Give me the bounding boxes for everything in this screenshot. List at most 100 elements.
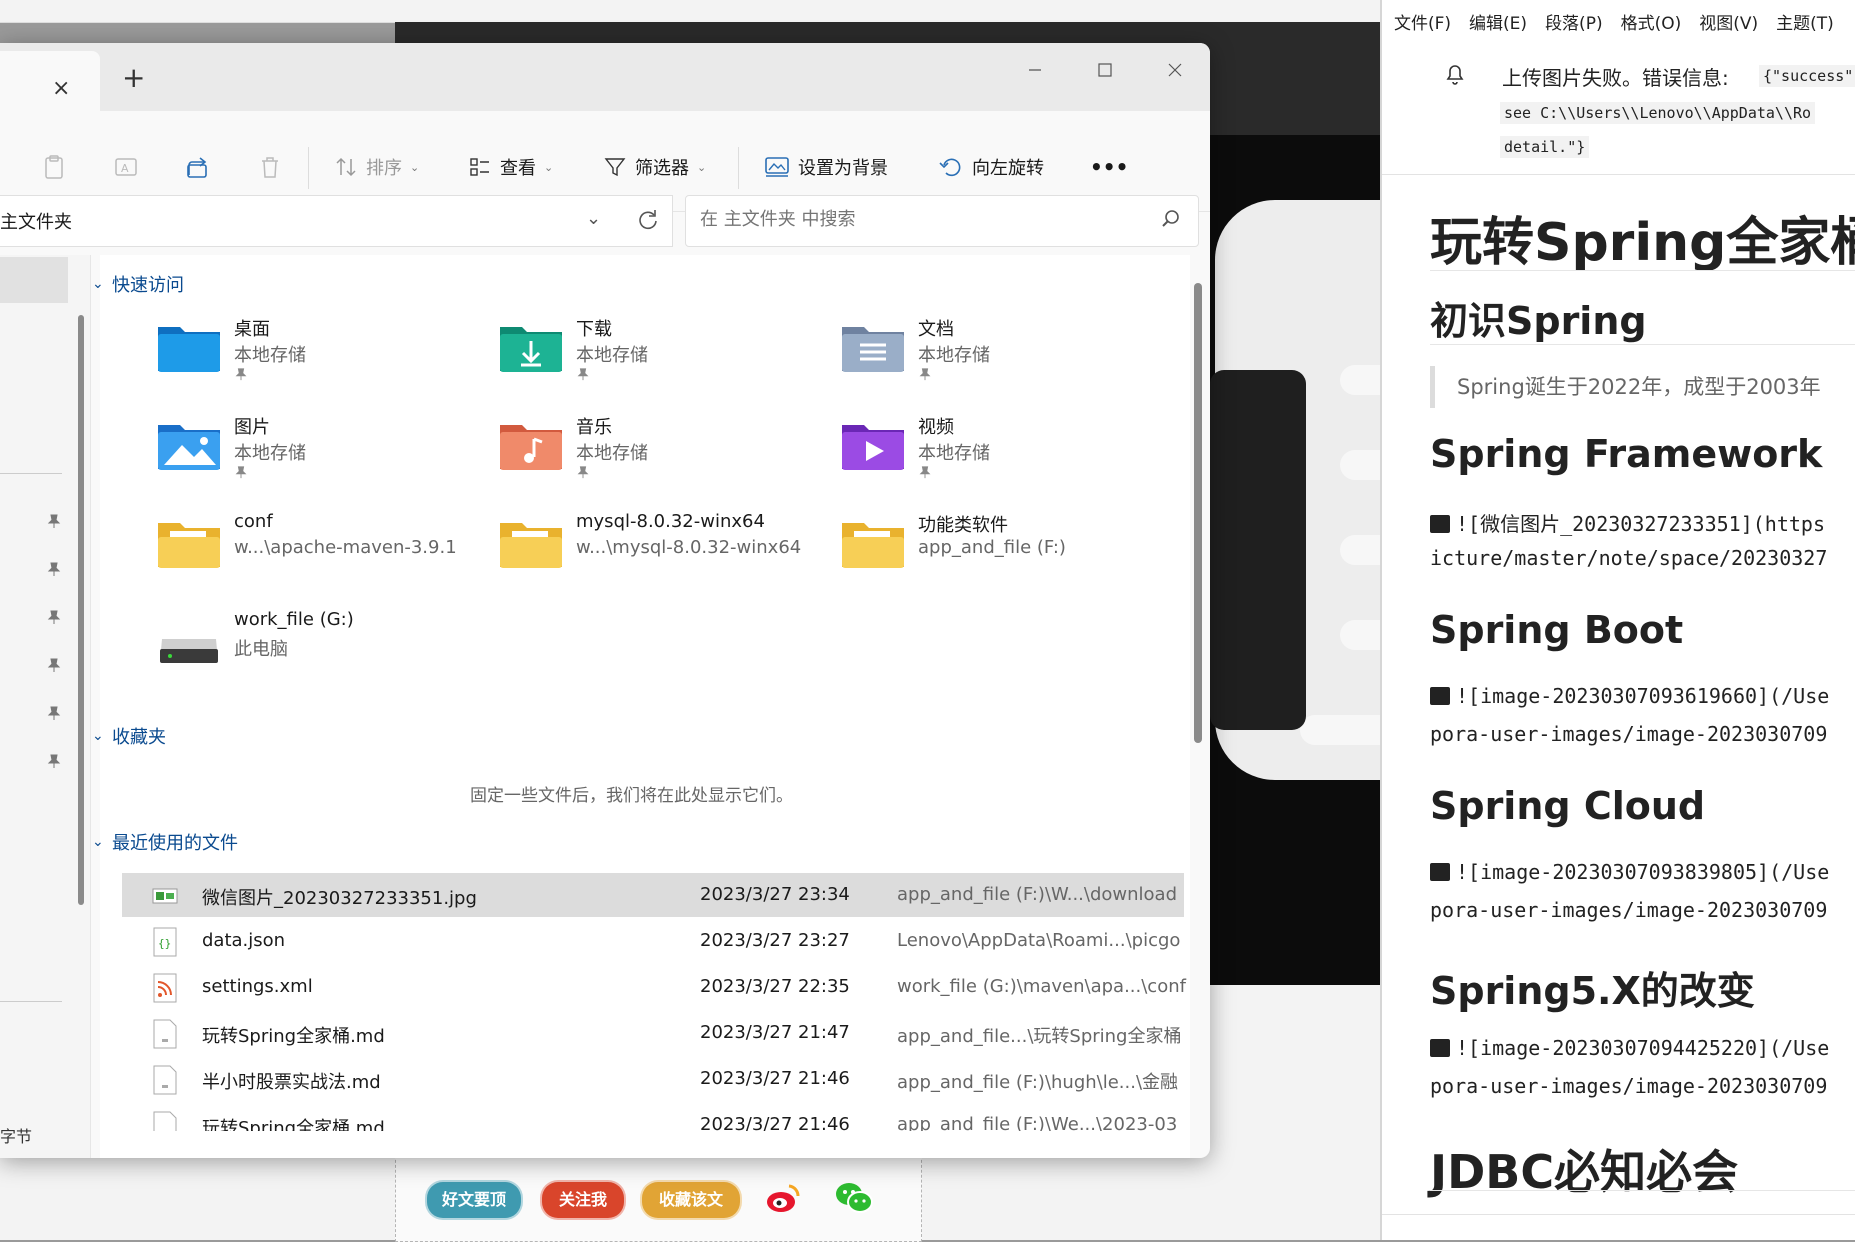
recent-file-row[interactable]: 微信图片_20230327233351.jpg 2023/3/27 23:34 …	[122, 873, 1184, 917]
menu-edit[interactable]: 编辑(E)	[1469, 9, 1527, 34]
wechat-icon[interactable]	[835, 1180, 873, 1216]
quick-access-videos[interactable]: 视频 本地存储	[840, 411, 1170, 491]
filter-button[interactable]: 筛选器 ⌄	[603, 151, 706, 183]
sort-button[interactable]: 排序 ⌄	[334, 151, 419, 183]
file-path: app_and_file...\玩转Spring全家桶	[897, 1026, 1182, 1047]
explorer-tab[interactable]: ×	[0, 51, 100, 111]
markdown-text: ![image-20230307094425220](/Use	[1456, 1036, 1830, 1060]
share-icon[interactable]	[184, 153, 212, 181]
bell-icon	[1446, 65, 1464, 85]
quick-access-desktop[interactable]: 桌面 本地存储	[156, 313, 486, 393]
heading-framework[interactable]: Spring Framework	[1430, 432, 1822, 476]
close-window-button[interactable]	[1152, 51, 1198, 91]
heading-cloud[interactable]: Spring Cloud	[1430, 784, 1705, 828]
new-tab-button[interactable]: +	[122, 61, 145, 94]
search-input[interactable]	[698, 208, 1142, 231]
markdown-text[interactable]: pora-user-images/image-2023030709	[1430, 898, 1827, 922]
folder-icon	[500, 523, 562, 568]
recent-file-row[interactable]: settings.xml 2023/3/27 22:35 work_file (…	[122, 965, 1186, 1009]
quick-access-music[interactable]: 音乐 本地存储	[498, 411, 828, 491]
section-favorites[interactable]: ⌄ 收藏夹	[92, 723, 166, 749]
markdown-text[interactable]: icture/master/note/space/20230327	[1430, 546, 1827, 570]
pictures-folder-icon	[158, 425, 220, 470]
maximize-button[interactable]	[1082, 51, 1128, 91]
image-markdown-line[interactable]: ![image-20230307093839805](/Use	[1430, 860, 1829, 884]
section-title: 收藏夹	[112, 727, 166, 748]
favorites-empty-message: 固定一些文件后，我们将在此处显示它们。	[470, 786, 793, 806]
search-box[interactable]	[685, 195, 1199, 247]
search-icon[interactable]	[1158, 206, 1184, 232]
heading-jdbc[interactable]: JDBC必知必会	[1430, 1136, 1738, 1202]
pin-icon	[577, 368, 589, 381]
quick-access-downloads[interactable]: 下载 本地存储	[498, 313, 828, 393]
image-markdown-line[interactable]: ![image-20230307094425220](/Use	[1430, 1036, 1829, 1060]
rename-icon[interactable]: A	[112, 153, 140, 181]
item-name: conf	[234, 511, 273, 532]
doc-title[interactable]: 玩转Spring全家桶	[1430, 200, 1855, 275]
refresh-icon[interactable]	[634, 207, 660, 233]
markdown-text[interactable]: pora-user-images/image-2023030709	[1430, 722, 1827, 746]
chevron-down-icon[interactable]: ⌄	[586, 208, 601, 229]
image-markdown-line[interactable]: ![微信图片_20230327233351](https	[1430, 508, 1825, 537]
broken-image-icon	[1430, 515, 1450, 533]
menu-view[interactable]: 视图(V)	[1699, 9, 1758, 34]
quick-access-documents[interactable]: 文档 本地存储	[840, 313, 1170, 393]
image-markdown-line[interactable]: ![image-20230307093619660](/Use	[1430, 684, 1829, 708]
follow-button[interactable]: 关注我	[540, 1180, 626, 1220]
set-background-button[interactable]: 设置为背景	[764, 151, 888, 183]
file-name: 微信图片_20230327233351.jpg	[202, 888, 477, 909]
quick-access-work-drive[interactable]: work_file (G:) 此电脑	[156, 607, 486, 687]
file-name: 半小时股票实战法.md	[202, 1072, 381, 1093]
recent-file-row[interactable]: {} data.json 2023/3/27 23:27 Lenovo\AppD…	[122, 919, 1184, 963]
item-location: w...\apache-maven-3.9.1	[234, 537, 457, 558]
address-bar[interactable]: 主文件夹 ⌄	[0, 195, 673, 247]
delete-icon[interactable]	[256, 153, 284, 181]
menu-paragraph[interactable]: 段落(P)	[1545, 9, 1603, 34]
quick-access-mysql[interactable]: mysql-8.0.32-winx64 w...\mysql-8.0.32-wi…	[498, 509, 828, 589]
tab-close-button[interactable]: ×	[52, 76, 70, 101]
item-name: work_file (G:)	[234, 609, 354, 630]
broken-image-icon	[1430, 687, 1450, 705]
menu-file[interactable]: 文件(F)	[1394, 9, 1451, 34]
view-label: 查看	[500, 158, 536, 179]
quick-access-conf[interactable]: conf w...\apache-maven-3.9.1	[156, 509, 486, 589]
drive-icon	[160, 639, 218, 663]
rotate-left-label: 向左旋转	[972, 158, 1044, 179]
markdown-text[interactable]: pora-user-images/image-2023030709	[1430, 1074, 1827, 1098]
heading-boot[interactable]: Spring Boot	[1430, 608, 1683, 652]
heading-spring5[interactable]: Spring5.X的改变	[1430, 960, 1755, 1015]
editor-status-bar	[1382, 1214, 1855, 1240]
blockquote[interactable]: Spring诞生于2022年，成型于2003年	[1430, 366, 1821, 408]
recent-file-row[interactable]: 玩转Spring全家桶.md 2023/3/27 21:46 app_and_f…	[122, 1103, 1184, 1131]
weibo-icon[interactable]	[765, 1180, 801, 1216]
file-name: data.json	[202, 930, 286, 951]
rotate-left-button[interactable]: 向左旋转	[938, 151, 1044, 183]
recent-file-row[interactable]: 玩转Spring全家桶.md 2023/3/27 21:47 app_and_f…	[122, 1011, 1184, 1055]
image-bar	[1300, 715, 1380, 745]
nav-scrollbar[interactable]	[78, 315, 84, 905]
recent-file-row[interactable]: 半小时股票实战法.md 2023/3/27 21:46 app_and_file…	[122, 1057, 1184, 1101]
item-location: 本地存储	[918, 345, 990, 366]
menu-format[interactable]: 格式(O)	[1621, 9, 1682, 34]
upload-error-notice: 上传图片失败。错误信息: {"success" see C:\\Users\\L…	[1382, 42, 1855, 175]
nav-item-home[interactable]	[0, 257, 68, 303]
pin-icon	[235, 466, 247, 479]
paste-icon[interactable]	[40, 153, 68, 181]
file-name: 玩转Spring全家桶.md	[202, 1118, 385, 1131]
menu-theme[interactable]: 主题(T)	[1776, 9, 1834, 34]
image-file-icon	[152, 888, 178, 904]
minimize-button[interactable]	[1012, 51, 1058, 91]
recommend-button[interactable]: 好文要顶	[425, 1180, 523, 1220]
documents-folder-icon	[842, 327, 904, 372]
view-button[interactable]: 查看 ⌄	[468, 151, 553, 183]
quick-access-utilities[interactable]: 功能类软件 app_and_file (F:)	[840, 509, 1170, 589]
section-recent[interactable]: ⌄ 最近使用的文件	[92, 829, 238, 855]
quick-access-pictures[interactable]: 图片 本地存储	[156, 411, 486, 491]
more-options-button[interactable]: •••	[1090, 151, 1128, 183]
collect-button[interactable]: 收藏该文	[640, 1180, 742, 1220]
section-quick-access[interactable]: ⌄ 快速访问	[92, 271, 184, 297]
content-scrollbar[interactable]	[1194, 283, 1202, 743]
markdown-text: ![微信图片_20230327233351](https	[1456, 512, 1825, 536]
heading-intro[interactable]: 初识Spring	[1430, 290, 1647, 345]
svg-text:{}: {}	[158, 937, 171, 950]
